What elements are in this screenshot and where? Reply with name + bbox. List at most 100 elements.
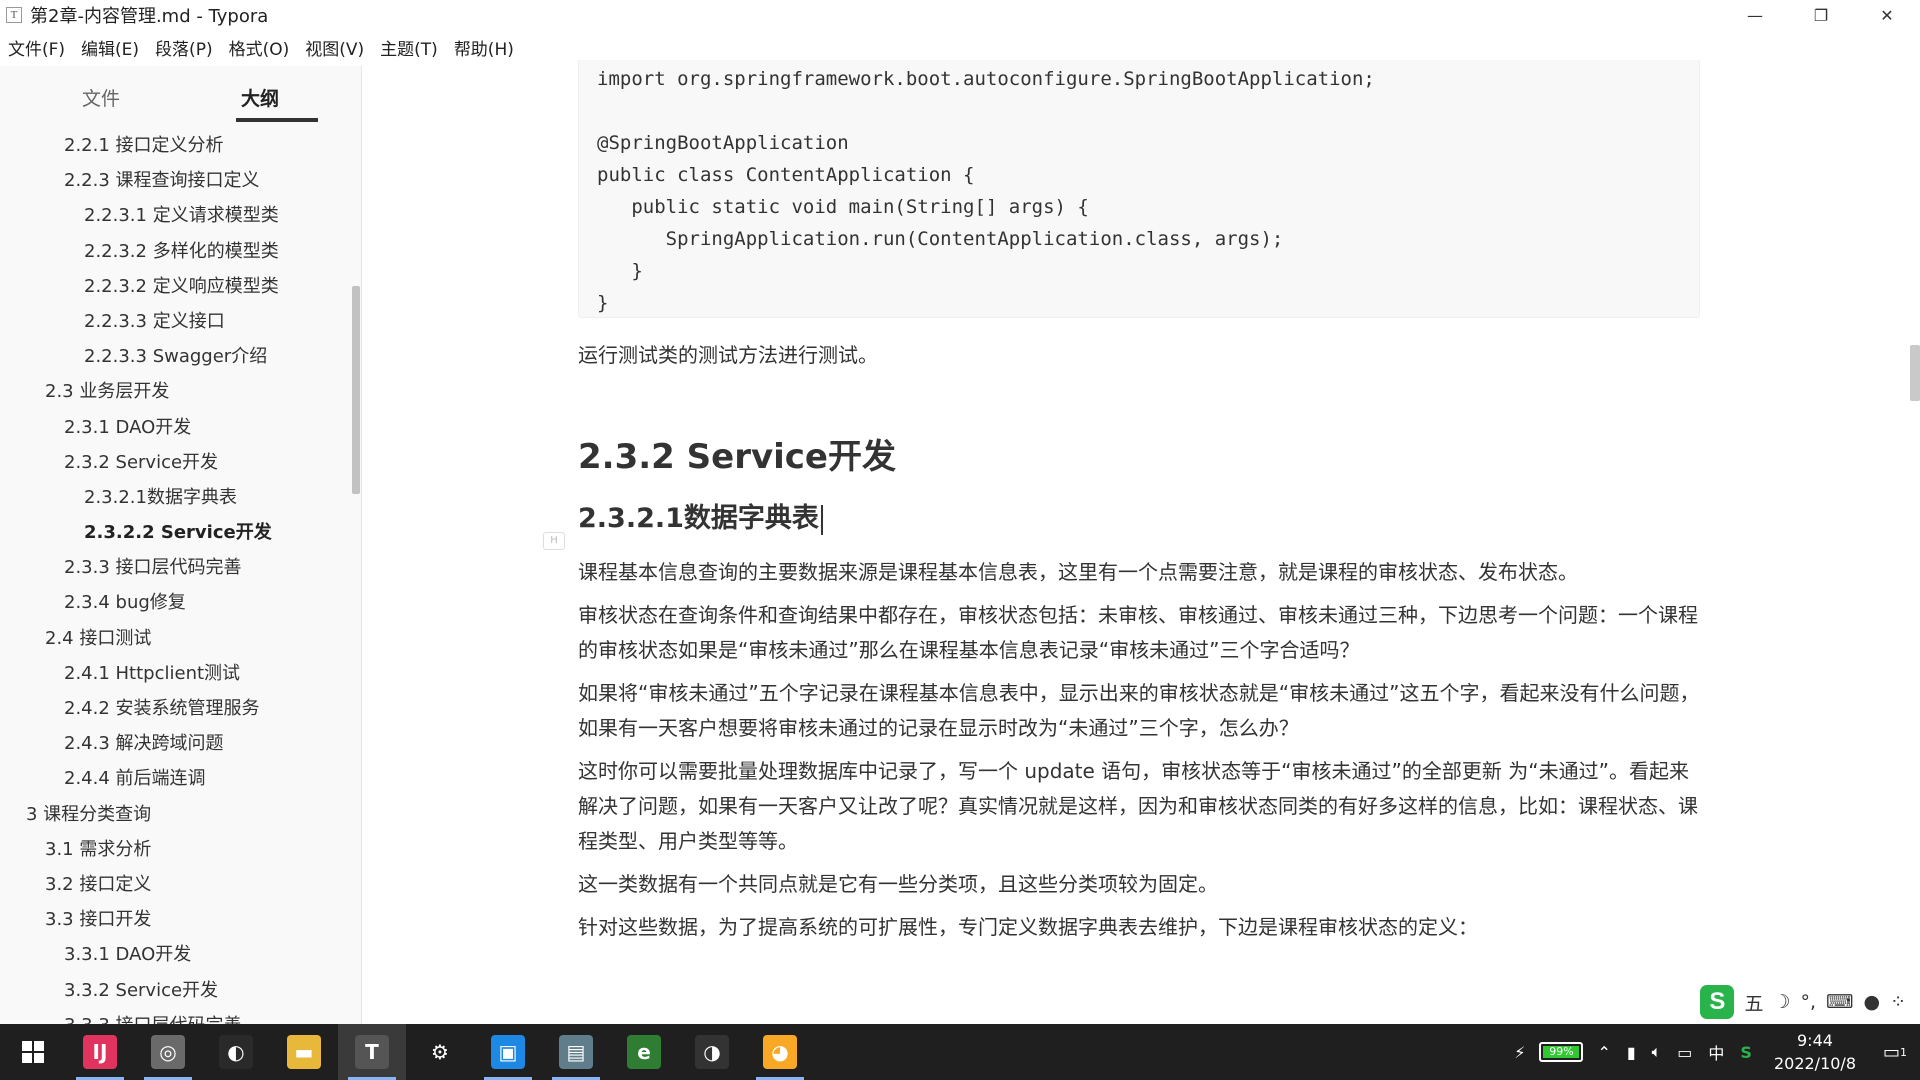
outline-item[interactable]: 2.2.3.2 定义响应模型类 [0, 269, 352, 304]
outline-item[interactable]: 2.3.1 DAO开发 [0, 410, 352, 445]
outline-item[interactable]: 2.4.1 Httpclient测试 [0, 656, 352, 691]
chevron-up-icon[interactable]: ⌃ [1589, 1043, 1618, 1062]
notification-center-icon[interactable]: ▭ 1 [1870, 1042, 1920, 1063]
outline-item[interactable]: 2.4.4 前后端连调 [0, 761, 352, 796]
close-button[interactable]: ✕ [1854, 0, 1920, 30]
paragraph-run-test: 运行测试类的测试方法进行测试。 [578, 343, 878, 367]
heading-marker-icon: H [543, 532, 565, 550]
outline-item[interactable]: 2.3.3 接口层代码完善 [0, 550, 352, 585]
outline-item[interactable]: 2.4.3 解决跨域问题 [0, 726, 352, 761]
power-plug-icon[interactable]: ⚡ [1506, 1043, 1533, 1062]
outline-item[interactable]: 2.2.3.3 定义接口 [0, 304, 352, 339]
taskbar: IJ ◎ ◐ ▬ T ⚙ ▣ ▤ e ◑ ◕ ⚡ 99% ⌃ ▮ 🔈︎ ▭ 中 S 9:44 202… [0, 1024, 1920, 1080]
browser-icon: ◎ [151, 1035, 185, 1069]
outline-item[interactable]: 2.3.2.2 Service开发 [0, 515, 352, 550]
code-line: @SpringBootApplication [597, 132, 849, 154]
outline-item[interactable]: 2.2.1 接口定义分析 [0, 128, 352, 163]
taskbar-app-screenshot[interactable]: ▤ [542, 1024, 610, 1080]
tab-outline[interactable]: 大纲 [241, 84, 279, 111]
taskbar-app-settings[interactable]: ⚙ [406, 1024, 474, 1080]
menu-format[interactable]: 格式(O) [221, 35, 298, 60]
paragraph: 课程基本信息查询的主要数据来源是课程基本信息表，这里有一个点需要注意，就是课程的… [578, 560, 1578, 584]
outline-item[interactable]: 3.2 接口定义 [0, 867, 352, 902]
outline-item[interactable]: 2.3.2.1数据字典表 [0, 480, 352, 515]
sidebar-tabs: 文件 大纲 [0, 66, 361, 124]
network-icon[interactable]: ▭ [1669, 1043, 1700, 1062]
document-content: import org.springframework.boot.autoconf… [578, 60, 1700, 945]
messenger-icon: ◕ [763, 1035, 797, 1069]
settings-icon: ⚙ [423, 1035, 457, 1069]
outline-item[interactable]: 2.3.2 Service开发 [0, 445, 352, 480]
toolbox-icon[interactable]: ⁘ [1890, 991, 1906, 1013]
outline-item[interactable]: 2.4 接口测试 [0, 621, 352, 656]
sidebar-scrollbar[interactable] [352, 286, 360, 494]
outline-item[interactable]: 3.3 接口开发 [0, 902, 352, 937]
taskbar-app-messenger[interactable]: ◕ [746, 1024, 814, 1080]
outline-item[interactable]: 3.1 需求分析 [0, 832, 352, 867]
battery-indicator[interactable]: 99% [1533, 1042, 1589, 1062]
outline-item[interactable]: 2.2.3 课程查询接口定义 [0, 163, 352, 198]
taskbar-app-obs-studio[interactable]: ◑ [678, 1024, 746, 1080]
user-icon[interactable]: ● [1863, 991, 1880, 1013]
obs-studio-icon: ◑ [695, 1035, 729, 1069]
taskbar-app-folder[interactable]: ▬ [270, 1024, 338, 1080]
sogou-ime-icon[interactable]: S [1700, 985, 1735, 1019]
code-line: import org.springframework.boot.autoconf… [597, 68, 1375, 90]
title-bar: T 第2章-内容管理.md - Typora — ❐ ✕ [0, 0, 1920, 30]
outline-item[interactable]: 2.3.4 bug修复 [0, 585, 352, 620]
clock-date: 2022/10/8 [1773, 1054, 1856, 1073]
battery-icon: 99% [1539, 1042, 1584, 1062]
wubi-mode-icon[interactable]: 五 [1744, 989, 1763, 1016]
menu-paragraph[interactable]: 段落(P) [147, 35, 221, 60]
volume-icon[interactable]: 🔈︎ [1644, 1042, 1670, 1062]
outline-item[interactable]: 2.2.3.3 Swagger介绍 [0, 339, 352, 374]
punctuation-icon[interactable]: °, [1801, 991, 1817, 1013]
usb-device-icon[interactable]: ▮ [1619, 1043, 1644, 1062]
outline-item[interactable]: 2.2.3.2 多样化的模型类 [0, 234, 352, 269]
menu-bar: 文件(F) 编辑(E) 段落(P) 格式(O) 视图(V) 主题(T) 帮助(H… [0, 34, 522, 60]
taskbar-app-obs[interactable]: ◐ [202, 1024, 270, 1080]
menu-file[interactable]: 文件(F) [0, 35, 73, 60]
outline-item[interactable]: 3.3.2 Service开发 [0, 973, 352, 1008]
clock-time: 9:44 [1797, 1031, 1833, 1050]
restore-button[interactable]: ❐ [1788, 0, 1854, 30]
editor-area[interactable]: import org.springframework.boot.autoconf… [363, 60, 1920, 1024]
taskbar-app-typora[interactable]: T [338, 1024, 406, 1080]
taskbar-app-remote[interactable]: ▣ [474, 1024, 542, 1080]
menu-view[interactable]: 视图(V) [297, 35, 372, 60]
typora-app-icon: T [6, 7, 22, 23]
sogou-tray-icon[interactable]: S [1732, 1043, 1760, 1062]
code-line: } [597, 292, 609, 314]
outline-item[interactable]: 2.4.2 安装系统管理服务 [0, 691, 352, 726]
start-button[interactable] [0, 1024, 66, 1080]
outline-item[interactable]: 2.2.3.1 定义请求模型类 [0, 198, 352, 233]
remote-icon: ▣ [491, 1035, 525, 1069]
taskbar-app-edge[interactable]: e [610, 1024, 678, 1080]
keyboard-icon[interactable]: ⌨ [1826, 991, 1853, 1013]
heading-data-dictionary-text: 2.3.2.1数据字典表 [578, 503, 819, 534]
menu-theme[interactable]: 主题(T) [372, 35, 446, 60]
folder-icon: ▬ [287, 1035, 321, 1069]
clock[interactable]: 9:44 2022/10/8 [1760, 1029, 1870, 1075]
battery-percent: 99% [1549, 1045, 1574, 1058]
tab-files[interactable]: 文件 [82, 84, 120, 111]
taskbar-app-browser[interactable]: ◎ [134, 1024, 202, 1080]
input-method-indicator[interactable]: 中 [1700, 1040, 1732, 1064]
menu-help[interactable]: 帮助(H) [446, 35, 522, 60]
moon-icon[interactable]: ☽ [1773, 991, 1790, 1013]
outline-item[interactable]: 3.3.3 接口层代码完善 [0, 1008, 352, 1024]
outline-item[interactable]: 2.3 业务层开发 [0, 374, 352, 409]
code-block[interactable]: import org.springframework.boot.autoconf… [578, 60, 1700, 318]
menu-edit[interactable]: 编辑(E) [73, 35, 147, 60]
screenshot-icon: ▤ [559, 1035, 593, 1069]
editor-scrollbar[interactable] [1910, 345, 1920, 401]
outline-item[interactable]: 3.3.1 DAO开发 [0, 937, 352, 972]
outline-item[interactable]: 3 课程分类查询 [0, 797, 352, 832]
code-line: public static void main(String[] args) { [597, 196, 1089, 218]
heading-data-dictionary: 2.3.2.1数据字典表 [578, 496, 1700, 535]
code-line: public class ContentApplication { [597, 164, 975, 186]
taskbar-app-intellij[interactable]: IJ [66, 1024, 134, 1080]
paragraph: 这一类数据有一个共同点就是它有一些分类项，且这些分类项较为固定。 [578, 872, 1218, 896]
minimize-button[interactable]: — [1722, 0, 1788, 30]
